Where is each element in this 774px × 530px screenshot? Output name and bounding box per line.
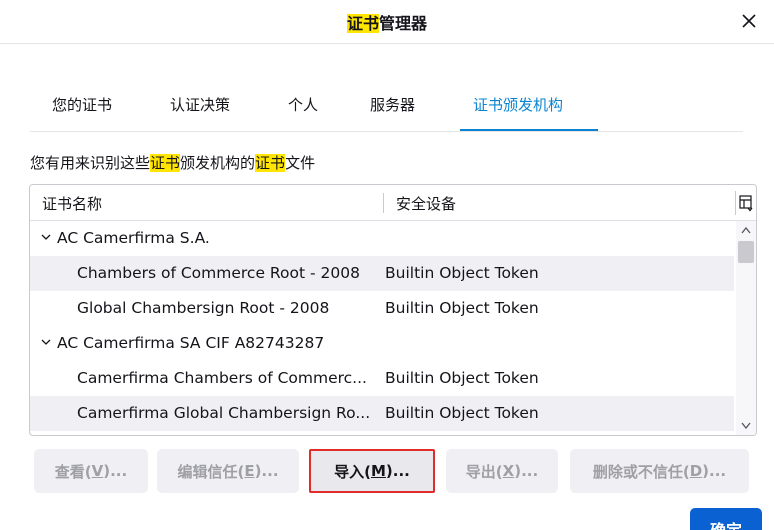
dialog-title-rest: 管理器 — [379, 14, 428, 33]
view-button[interactable]: 查看(V)... — [34, 449, 148, 493]
desc-part1: 您有用来识别这些 — [30, 154, 151, 172]
cert-name: Global Chambersign Root - 2008 — [77, 299, 330, 317]
tab-bar: 您的证书 认证决策 个人 服务器 证书颁发机构 — [30, 86, 743, 132]
tree-group-row[interactable]: AC Camerfirma S.A. — [30, 221, 734, 256]
cert-device: Builtin Object Token — [385, 299, 539, 317]
import-suffix: )... — [385, 462, 410, 480]
tree-header: 证书名称 安全设备 — [30, 185, 756, 221]
dialog-title-highlight: 证书 — [346, 14, 379, 33]
cert-device: Builtin Object Token — [385, 369, 539, 387]
export-suffix: )... — [514, 462, 539, 480]
tree-group-row[interactable]: AC Camerfirma SA CIF A82743287 — [30, 326, 734, 361]
description-text: 您有用来识别这些证书颁发机构的证书文件 — [30, 152, 315, 173]
column-picker-separator — [735, 191, 736, 215]
desc-highlight-1: 证书 — [150, 154, 181, 172]
desc-part3: 文件 — [285, 154, 316, 172]
edit-trust-suffix: )... — [254, 462, 279, 480]
import-button[interactable]: 导入(M)... — [309, 449, 435, 493]
cert-device: Builtin Object Token — [385, 404, 539, 422]
scroll-down-icon[interactable] — [740, 421, 752, 431]
delete-label: 删除或不信任( — [592, 462, 690, 481]
edit-trust-label: 编辑信任( — [177, 462, 245, 481]
column-separator[interactable] — [383, 193, 384, 213]
tab-authorities[interactable]: 证书颁发机构 — [473, 94, 563, 115]
dialog-title: 证书管理器 — [0, 10, 774, 34]
view-label: 查看( — [54, 462, 92, 481]
tab-your-certificates[interactable]: 您的证书 — [52, 94, 112, 115]
tree-scrollbar[interactable] — [736, 221, 756, 435]
close-button[interactable] — [736, 8, 762, 34]
export-label: 导出( — [465, 462, 503, 481]
tree-item-row[interactable]: Global Chambersign Root - 2008 Builtin O… — [30, 291, 734, 326]
desc-highlight-2: 证书 — [255, 154, 286, 172]
view-accesskey: V — [91, 462, 104, 480]
delete-or-distrust-button[interactable]: 删除或不信任(D)... — [570, 449, 749, 493]
column-picker-button[interactable] — [738, 194, 754, 212]
column-header-device[interactable]: 安全设备 — [396, 193, 456, 214]
certificate-tree[interactable]: 证书名称 安全设备 AC Camerfirma S.A. Chambers of… — [29, 184, 757, 436]
edit-trust-button[interactable]: 编辑信任(E)... — [157, 449, 299, 493]
cert-name: Camerfirma Chambers of Commerc... — [77, 369, 367, 387]
tree-item-row[interactable]: Camerfirma Chambers of Commerc... Builti… — [30, 361, 734, 396]
cert-name: Camerfirma Global Chambersign Ro... — [77, 404, 371, 422]
active-tab-indicator — [460, 129, 598, 131]
cert-name: Chambers of Commerce Root - 2008 — [77, 264, 360, 282]
group-name: AC Camerfirma SA CIF A82743287 — [57, 334, 325, 352]
edit-trust-accesskey: E — [244, 462, 255, 480]
export-button[interactable]: 导出(X)... — [446, 449, 558, 493]
delete-accesskey: D — [689, 462, 703, 480]
tree-item-row[interactable]: Chambers of Commerce Root - 2008 Builtin… — [30, 256, 734, 291]
chevron-down-icon[interactable] — [40, 336, 52, 348]
view-suffix: )... — [103, 462, 128, 480]
tab-servers[interactable]: 服务器 — [370, 94, 415, 115]
tab-people[interactable]: 个人 — [288, 94, 318, 115]
import-label: 导入( — [334, 462, 371, 481]
dialog-titlebar: 证书管理器 — [0, 0, 774, 44]
scrollbar-thumb[interactable] — [738, 241, 754, 263]
ok-button[interactable]: 确定 — [690, 508, 762, 530]
group-name: AC Camerfirma S.A. — [57, 229, 210, 247]
scroll-up-icon[interactable] — [740, 225, 752, 235]
cert-device: Builtin Object Token — [385, 264, 539, 282]
tab-authentication-decisions[interactable]: 认证决策 — [170, 94, 230, 115]
close-icon — [742, 14, 756, 28]
tree-item-row[interactable]: Camerfirma Global Chambersign Ro... Buil… — [30, 396, 734, 431]
column-picker-icon — [739, 195, 753, 212]
import-accesskey: M — [370, 462, 386, 480]
delete-suffix: )... — [702, 462, 727, 480]
export-accesskey: X — [502, 462, 515, 480]
column-header-name[interactable]: 证书名称 — [42, 193, 102, 214]
desc-part2: 颁发机构的 — [180, 154, 256, 172]
chevron-down-icon[interactable] — [40, 231, 52, 243]
